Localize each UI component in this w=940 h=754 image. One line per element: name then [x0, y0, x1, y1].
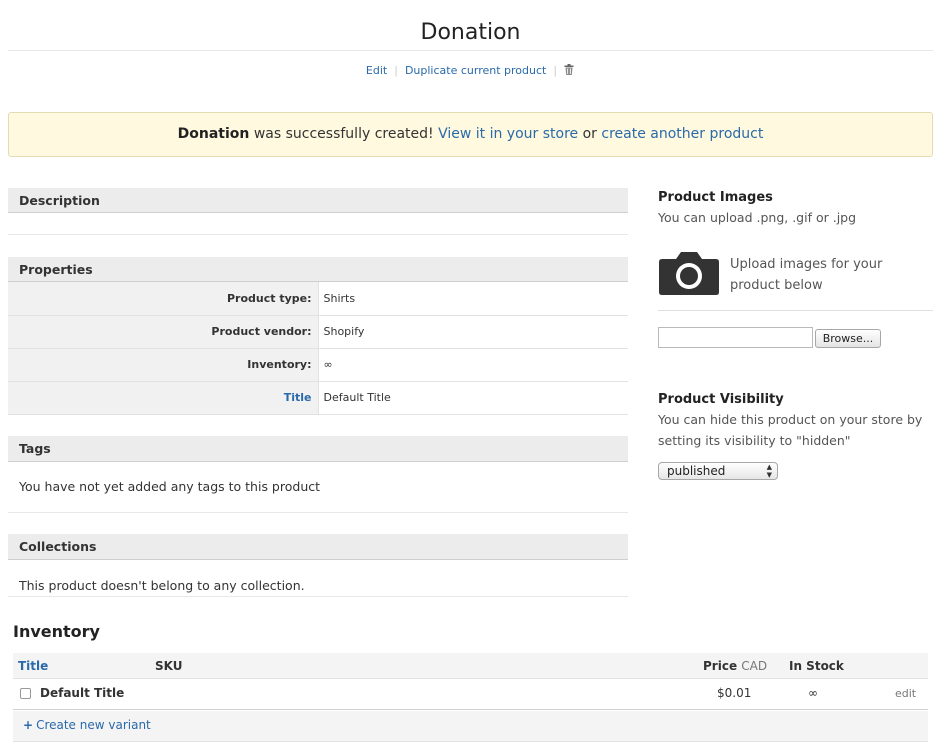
property-row: Product type: Shirts [8, 282, 628, 316]
separator: | [553, 64, 558, 77]
browse-button[interactable]: Browse... [815, 329, 881, 348]
properties-heading: Properties [8, 257, 628, 282]
tags-divider [8, 512, 628, 513]
property-title-link[interactable]: Title [8, 381, 319, 415]
tags-heading: Tags [8, 436, 628, 462]
product-actions: Edit | Duplicate current product | [0, 64, 940, 78]
file-path-input[interactable] [658, 327, 813, 348]
success-flash-message: Donation was successfully created! View … [8, 112, 933, 157]
camera-icon [658, 250, 720, 300]
product-images-hint: You can upload .png, .gif or .jpg [658, 210, 857, 225]
description-heading: Description [8, 188, 628, 213]
collections-heading: Collections [8, 534, 628, 560]
variant-stock: ∞ [808, 686, 818, 700]
duplicate-product-link[interactable]: Duplicate current product [405, 64, 546, 77]
column-title-sort-link[interactable]: Title [18, 653, 48, 679]
column-in-stock: In Stock [789, 659, 844, 673]
create-variant-label: Create new variant [36, 718, 151, 732]
product-images-heading: Product Images [658, 190, 773, 205]
tags-empty-text: You have not yet added any tags to this … [19, 479, 321, 494]
flash-message-text: was successfully created! [249, 126, 439, 142]
column-price: Price CAD [703, 653, 767, 679]
variant-checkbox[interactable] [20, 688, 31, 699]
images-divider [658, 310, 933, 311]
page-title: Donation [8, 20, 933, 51]
properties-table: Product type: Shirts Product vendor: Sho… [8, 282, 628, 415]
variant-title-link[interactable]: Default Title [40, 679, 124, 708]
create-variant-row: + Create new variant [13, 711, 928, 742]
flash-product-name: Donation [177, 126, 250, 142]
create-another-product-link[interactable]: create another product [601, 126, 763, 142]
property-row: Product vendor: Shopify [8, 315, 628, 349]
property-value: Shirts [318, 282, 628, 316]
trash-icon[interactable] [564, 64, 574, 78]
property-row: Inventory: ∞ [8, 348, 628, 382]
upload-note: Upload images for your product below [730, 257, 883, 293]
visibility-select[interactable]: published ▲ ▼ [658, 462, 778, 480]
view-in-store-link[interactable]: View it in your store [438, 126, 578, 142]
table-row: Default Title $0.01 ∞ edit [13, 679, 928, 710]
inventory-table-header: Title SKU Price CAD In Stock [13, 653, 928, 679]
visibility-selected-value: published [667, 464, 726, 478]
property-value: Default Title [318, 381, 628, 415]
flash-or-text: or [578, 126, 602, 142]
product-visibility-hint: You can hide this product on your store … [658, 412, 923, 448]
column-sku: SKU [155, 659, 183, 673]
variant-edit-link[interactable]: edit [895, 679, 916, 708]
create-variant-link[interactable]: + Create new variant [23, 711, 151, 740]
collections-divider [8, 596, 628, 597]
collections-empty-text: This product doesn't belong to any colle… [19, 578, 305, 593]
inventory-heading: Inventory [13, 622, 100, 641]
property-label: Inventory: [8, 348, 319, 382]
property-value: Shopify [318, 315, 628, 349]
property-row: Title Default Title [8, 381, 628, 415]
select-arrows-icon: ▲ ▼ [766, 463, 772, 479]
edit-link[interactable]: Edit [366, 64, 387, 77]
property-value: ∞ [318, 348, 628, 382]
product-visibility-heading: Product Visibility [658, 392, 784, 407]
plus-icon: + [23, 718, 34, 732]
column-price-label: Price [703, 659, 738, 673]
property-label: Product type: [8, 282, 319, 316]
column-price-currency: CAD [741, 659, 768, 673]
description-divider [8, 234, 628, 235]
property-label: Product vendor: [8, 315, 319, 349]
variant-price: $0.01 [717, 686, 752, 700]
separator: | [394, 64, 398, 77]
